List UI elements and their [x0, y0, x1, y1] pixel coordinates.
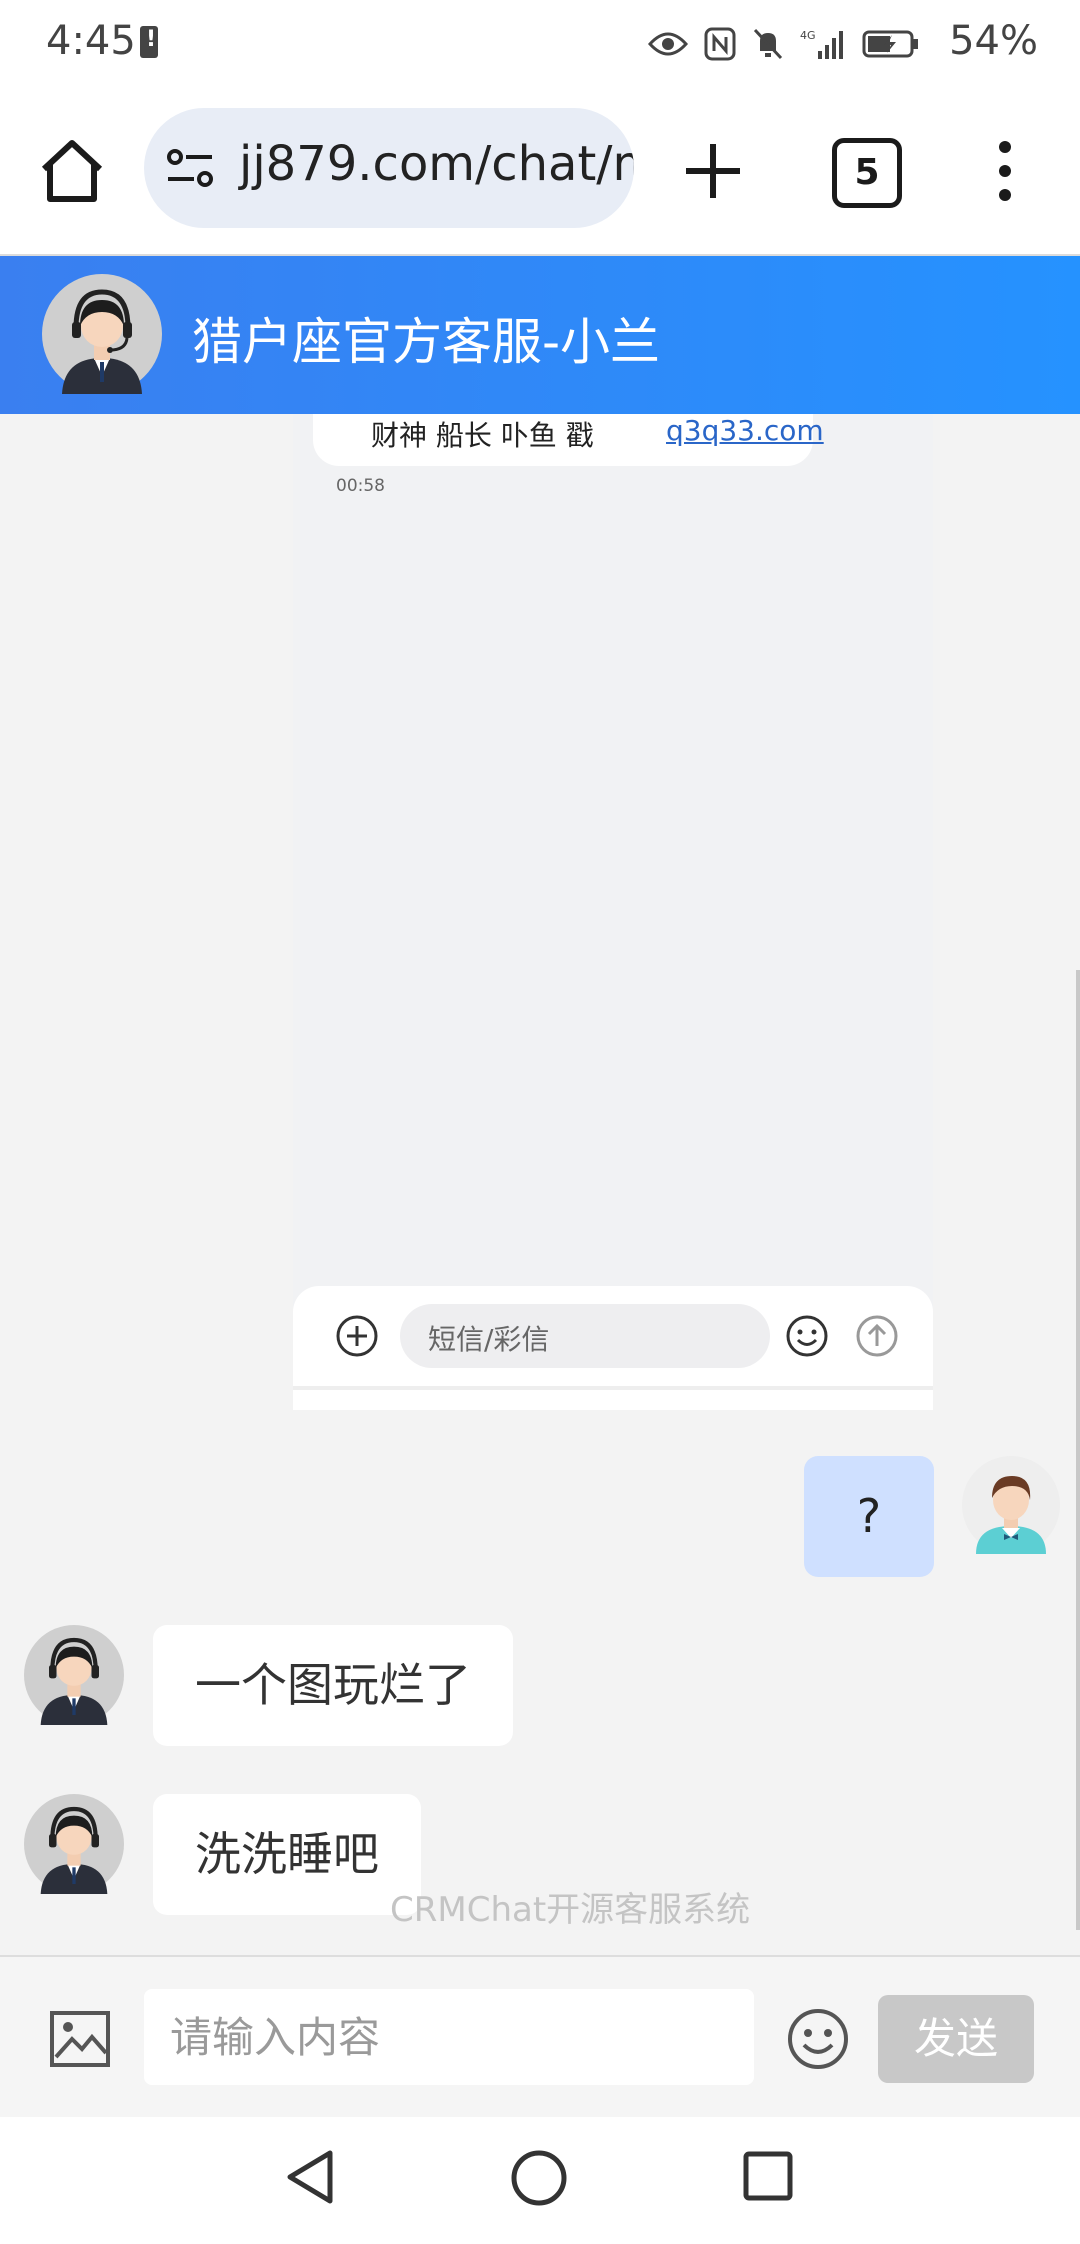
home-circle-icon[interactable] [510, 2149, 568, 2207]
agent-avatar [42, 274, 162, 394]
signal-icon: 4G [800, 29, 843, 59]
battery-charging-icon [862, 30, 918, 58]
site-settings-icon[interactable] [166, 146, 214, 190]
menu-dots-icon[interactable] [985, 138, 1025, 204]
battery-alert-icon [140, 26, 158, 58]
send-arrow-icon [856, 1315, 898, 1357]
back-icon[interactable] [284, 2149, 336, 2205]
url-text[interactable]: jj879.com/chat/m [239, 136, 634, 192]
image-sms-field: 短信/彩信 [400, 1304, 770, 1368]
chat-title: 猎户座官方客服-小兰 [192, 313, 661, 371]
agent-avatar [24, 1794, 124, 1894]
send-button[interactable]: 发送 [878, 1995, 1034, 2083]
image-compose-bar: 短信/彩信 [293, 1286, 933, 1386]
status-icons: 4G [648, 22, 920, 66]
emoji-icon[interactable] [786, 2007, 850, 2071]
footer-brand: CRMChat开源客服系统 [390, 1890, 751, 1930]
system-navigation-bar [0, 2117, 1080, 2244]
add-circle-icon [336, 1315, 378, 1357]
image-sms-link: q3q33.com [666, 414, 824, 447]
message-input[interactable] [144, 1989, 754, 2085]
eye-icon [648, 32, 688, 56]
message-input-bar: 发送 [0, 1955, 1080, 2117]
browser-toolbar: jj879.com/chat/m 5 [0, 90, 1080, 256]
scrollbar[interactable] [1076, 970, 1080, 1930]
agent-avatar [24, 1625, 124, 1725]
agent-message-bubble: 一个图玩烂了 [153, 1625, 513, 1746]
battery-percent: 54% [949, 18, 1038, 64]
image-sms-placeholder: 短信/彩信 [428, 1323, 550, 1356]
image-icon[interactable] [48, 2007, 112, 2071]
network-type: 4G [800, 29, 816, 42]
status-bar: 4:45 4G 54% [0, 0, 1080, 90]
image-bottom-strip [293, 1386, 933, 1410]
image-sms-text: 财神 船长 卟鱼 戳 [371, 419, 594, 452]
nfc-icon [704, 27, 736, 61]
user-message-bubble: ? [804, 1456, 934, 1577]
user-avatar [962, 1456, 1060, 1554]
image-sms-bubble: 财神 船长 卟鱼 戳 q3q33.com [313, 414, 824, 466]
image-sms-time: 00:58 [336, 476, 385, 496]
home-icon[interactable] [36, 135, 108, 207]
plus-icon[interactable] [680, 138, 746, 204]
chat-header: 猎户座官方客服-小兰 [0, 256, 1080, 414]
status-time: 4:45 [46, 18, 136, 64]
recents-icon[interactable] [742, 2150, 794, 2202]
shared-screenshot-image[interactable]: 财神 船长 卟鱼 戳 q3q33.com 00:58 短信/彩信 [293, 414, 933, 1410]
smiley-icon [786, 1315, 828, 1357]
url-bar[interactable]: jj879.com/chat/m [144, 108, 634, 228]
mute-icon [753, 28, 783, 60]
tab-count: 5 [832, 138, 902, 208]
agent-message-bubble: 洗洗睡吧 [153, 1794, 421, 1915]
tab-switcher-button[interactable]: 5 [832, 138, 902, 208]
